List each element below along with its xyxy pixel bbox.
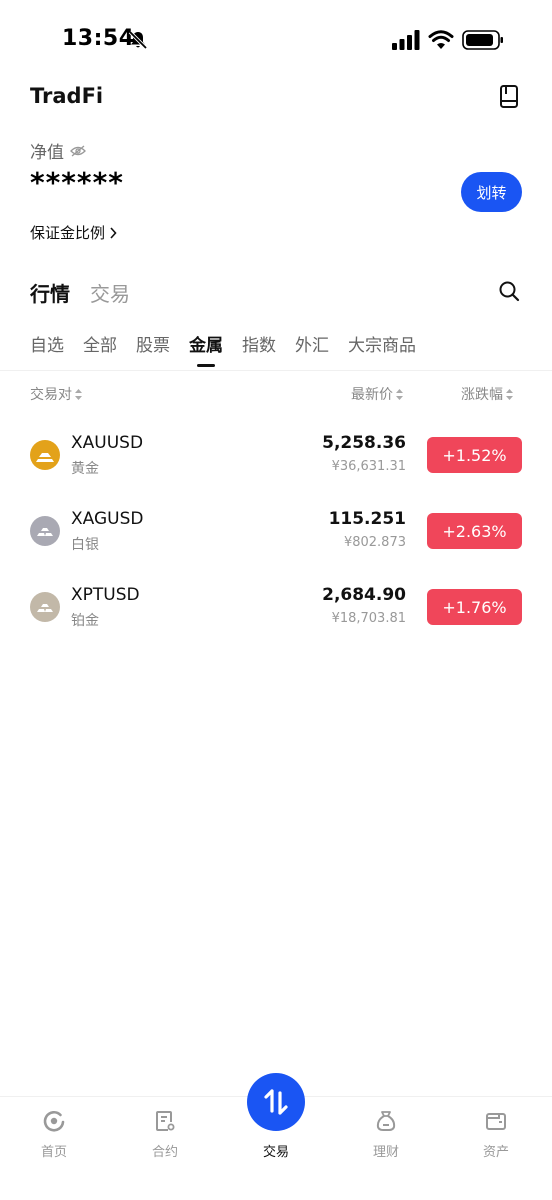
list-item[interactable]: XAGUSD 白银 115.251 ¥802.873 +2.63% — [0, 498, 552, 564]
platinum-bar-icon — [30, 592, 60, 622]
wifi-icon — [428, 30, 454, 49]
home-icon — [43, 1110, 65, 1132]
tab-commodities[interactable]: 大宗商品 — [348, 331, 416, 356]
last-price: 2,684.90 — [322, 585, 406, 605]
asset-name: 铂金 — [71, 613, 99, 629]
tab-forex[interactable]: 外汇 — [295, 331, 329, 356]
tab-indices[interactable]: 指数 — [242, 331, 276, 356]
trade-icon — [264, 1089, 288, 1115]
margin-ratio-label: 保证金比例 — [30, 224, 106, 242]
nav-assets[interactable]: 资产 — [466, 1109, 526, 1160]
price-cny: ¥802.873 — [343, 535, 406, 550]
status-bar: 13:54 — [0, 0, 552, 84]
finance-icon — [376, 1111, 396, 1131]
tab-all[interactable]: 全部 — [83, 331, 117, 356]
column-pair-header[interactable]: 交易对 — [30, 384, 82, 404]
sort-icon — [75, 388, 82, 400]
asset-name: 黄金 — [71, 461, 99, 477]
divider — [0, 370, 552, 371]
net-value-label: 净值 — [30, 143, 64, 163]
gold-bar-icon — [30, 440, 60, 470]
page-title: TradFi — [30, 84, 104, 108]
tab-trade[interactable]: 交易 — [90, 278, 130, 307]
change-badge[interactable]: +1.76% — [427, 589, 522, 625]
symbol: XPTUSD — [71, 585, 140, 605]
nav-home[interactable]: 首页 — [24, 1109, 84, 1160]
nav-trade-label: 交易 — [262, 1145, 289, 1160]
tab-metals-label: 金属 — [189, 336, 223, 356]
list-item[interactable]: XAUUSD 黄金 5,258.36 ¥36,631.31 +1.52% — [0, 422, 552, 488]
wallet-icon — [486, 1113, 506, 1130]
column-pair-label: 交易对 — [30, 387, 72, 403]
sort-icon — [396, 388, 403, 400]
transfer-button[interactable]: 划转 — [461, 172, 522, 212]
symbol: XAUUSD — [71, 433, 144, 453]
main-tabs: 行情 交易 — [30, 278, 130, 307]
last-price: 5,258.36 — [322, 433, 406, 453]
net-value-label-row: 净值 — [30, 138, 86, 163]
category-tabs: 自选 全部 股票 金属 指数 外汇 大宗商品 — [30, 331, 416, 367]
price-cny: ¥36,631.31 — [331, 459, 406, 474]
nav-finance-label: 理财 — [372, 1145, 399, 1160]
tab-stocks[interactable]: 股票 — [136, 331, 170, 356]
status-time: 13:54 — [62, 26, 135, 51]
nav-contract-label: 合约 — [151, 1145, 178, 1160]
nav-finance[interactable]: 理财 — [356, 1109, 416, 1160]
bell-muted-icon — [128, 30, 148, 50]
asset-name: 白银 — [71, 537, 99, 553]
battery-icon — [462, 30, 503, 50]
nav-contract[interactable]: 合约 — [135, 1109, 195, 1160]
book-icon[interactable] — [498, 84, 520, 110]
sort-icon — [506, 388, 513, 400]
chevron-right-icon — [110, 226, 117, 239]
column-price-header[interactable]: 最新价 — [351, 384, 403, 404]
change-badge[interactable]: +2.63% — [427, 513, 522, 549]
change-badge[interactable]: +1.52% — [427, 437, 522, 473]
signal-icon — [392, 30, 420, 50]
nav-home-label: 首页 — [40, 1145, 67, 1160]
price-cny: ¥18,703.81 — [331, 611, 406, 626]
column-price-label: 最新价 — [351, 387, 393, 403]
trade-button[interactable] — [247, 1073, 305, 1131]
tab-watchlist[interactable]: 自选 — [30, 331, 64, 356]
nav-assets-label: 资产 — [482, 1145, 509, 1160]
active-tab-indicator — [197, 364, 215, 367]
eye-hidden-icon[interactable] — [70, 145, 86, 157]
tab-market[interactable]: 行情 — [30, 278, 70, 307]
column-change-label: 涨跌幅 — [461, 387, 503, 403]
tab-metals[interactable]: 金属 — [189, 331, 223, 367]
list-item[interactable]: XPTUSD 铂金 2,684.90 ¥18,703.81 +1.76% — [0, 574, 552, 640]
silver-bar-icon — [30, 516, 60, 546]
column-change-header[interactable]: 涨跌幅 — [461, 384, 513, 404]
contract-icon — [156, 1111, 175, 1131]
last-price: 115.251 — [328, 509, 406, 529]
symbol: XAGUSD — [71, 509, 144, 529]
margin-ratio-link[interactable]: 保证金比例 — [30, 222, 117, 243]
net-value: ****** — [30, 166, 124, 199]
search-icon[interactable] — [498, 280, 520, 302]
